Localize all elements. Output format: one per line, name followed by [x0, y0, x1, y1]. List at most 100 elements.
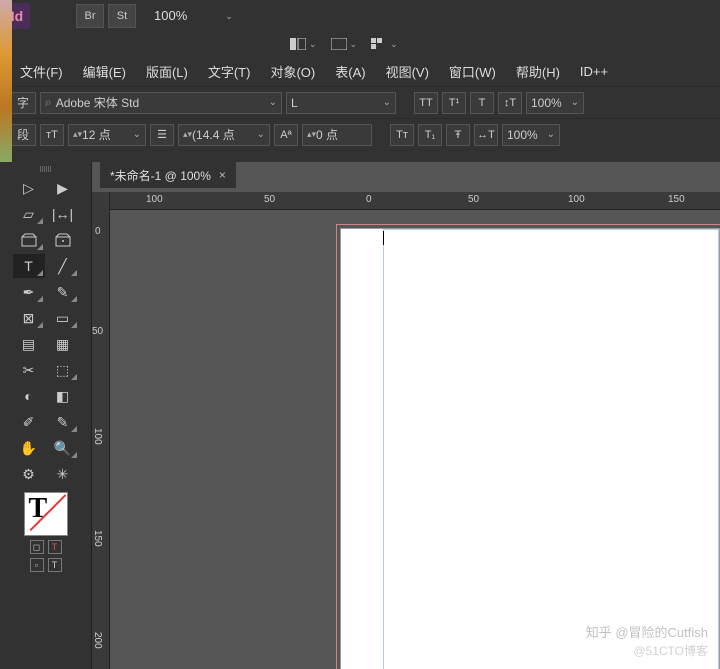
ruler-label: 100 [92, 428, 103, 445]
selection-tool[interactable]: ▷ [13, 176, 45, 200]
free-transform-tool[interactable]: ⬚ [47, 358, 79, 382]
document-tab-label: *未命名-1 @ 100% [110, 167, 211, 184]
font-style-field[interactable]: L [286, 92, 396, 114]
none-stroke-indicator [25, 493, 67, 535]
menu-file[interactable]: 文件(F) [10, 58, 73, 85]
close-tab-icon[interactable]: × [219, 168, 226, 182]
rectangle-tool[interactable]: ▭ [47, 306, 79, 330]
subscript-button[interactable]: T₁ [418, 124, 442, 146]
view-mode-row: ⌄ ⌄ ⌄ [0, 32, 720, 56]
zoom-tool[interactable]: 🔍 [47, 436, 79, 460]
para-mode-button[interactable]: 段 [10, 124, 36, 146]
fill-stroke-swatch[interactable]: T [24, 492, 68, 536]
vertical-ruler[interactable]: 0 50 100 150 200 [92, 192, 110, 669]
bridge-button[interactable]: Br [76, 4, 104, 28]
small-caps-button[interactable]: Tт [390, 124, 414, 146]
ruler-label: 200 [92, 632, 103, 649]
underline-button[interactable]: T [470, 92, 494, 114]
size-icon: тT [40, 124, 64, 146]
grid-tool[interactable]: ▦ [47, 332, 79, 356]
panel-grip[interactable] [26, 166, 66, 172]
arrange-docs-button[interactable]: ⌄ [290, 38, 317, 50]
baseline-value: 0 点 [316, 126, 338, 143]
eyedropper-tool[interactable]: ✎ [47, 410, 79, 434]
scissors-tool[interactable]: ✂ [13, 358, 45, 382]
menu-idplus[interactable]: ID++ [570, 60, 618, 83]
gap-tool[interactable]: |↔| [47, 202, 79, 226]
menu-object[interactable]: 对象(O) [260, 58, 325, 85]
grid-frame-icon[interactable]: ▤ [13, 332, 45, 356]
document-tab[interactable]: *未命名-1 @ 100% × [100, 162, 236, 188]
canvas-area: *未命名-1 @ 100% × 100 50 0 50 100 150 0 50… [92, 162, 720, 669]
stock-button[interactable]: St [108, 4, 136, 28]
vscale-field[interactable]: 100% [502, 124, 560, 146]
menu-window[interactable]: 窗口(W) [439, 58, 506, 85]
tools-panel: ▷▶ ▱|↔| T╱ ✒✎ ⊠▭ ▤▦ ✂⬚ ◐◧ ✐✎ ✋🔍 ⚙✳ T ◻ T… [0, 162, 92, 669]
menu-help[interactable]: 帮助(H) [506, 58, 570, 85]
leading-field[interactable]: ▴▾ (14.4 点 [178, 124, 270, 146]
superscript-button[interactable]: T¹ [442, 92, 466, 114]
toggle-a-icon[interactable]: ⚙ [13, 462, 45, 486]
stepper-icon[interactable]: ▴▾ [73, 129, 82, 140]
ruler-label: 50 [468, 194, 479, 205]
strikethrough-button[interactable]: Ŧ [446, 124, 470, 146]
desktop-background-strip [0, 0, 12, 162]
control-row-2: 段 тT ▴▾ 12 点 ☰ ▴▾ (14.4 点 Aª ▴▾ 0 点 Tт T… [0, 118, 720, 150]
stepper-icon[interactable]: ▴▾ [183, 129, 192, 140]
menu-edit[interactable]: 编辑(E) [73, 58, 136, 85]
gradient-swatch-tool[interactable]: ◐ [13, 384, 45, 408]
font-size-value: 12 点 [82, 126, 111, 143]
pencil-tool[interactable]: ✎ [47, 280, 79, 304]
char-mode-button[interactable]: 字 [10, 92, 36, 114]
rect-frame-tool[interactable]: ⊠ [13, 306, 45, 330]
stepper-icon[interactable]: ▴▾ [307, 129, 316, 140]
type-tool[interactable]: T [13, 254, 45, 278]
font-family-field[interactable]: ⌕ Adobe 宋体 Std [40, 92, 282, 114]
toggle-b-icon[interactable]: ✳ [47, 462, 79, 486]
content-placer-tool[interactable] [47, 228, 79, 252]
pasteboard[interactable] [110, 210, 720, 669]
ruler-label: 0 [95, 226, 101, 237]
gradient-feather-tool[interactable]: ◧ [47, 384, 79, 408]
screen-mode-button[interactable]: ⌄ [331, 38, 358, 50]
line-tool[interactable]: ╱ [47, 254, 79, 278]
horizontal-ruler[interactable]: 100 50 0 50 100 150 [110, 192, 720, 210]
hscale-field[interactable]: 100% [526, 92, 584, 114]
normal-mode-icon[interactable]: ▫ [30, 558, 44, 572]
page-margins [383, 229, 719, 669]
preview-mode-icon[interactable]: T [48, 558, 62, 572]
document-page[interactable] [340, 228, 720, 669]
menu-table[interactable]: 表(A) [325, 58, 375, 85]
direct-selection-tool[interactable]: ▶ [47, 176, 79, 200]
baseline-icon: Aª [274, 124, 298, 146]
search-icon: ⌕ [45, 95, 52, 110]
text-cursor [383, 231, 384, 245]
chevron-down-icon[interactable]: ⌄ [218, 4, 240, 28]
hand-tool[interactable]: ✋ [13, 436, 45, 460]
content-collector-tool[interactable] [13, 228, 45, 252]
menu-type[interactable]: 文字(T) [198, 58, 261, 85]
ruler-label: 100 [568, 194, 585, 205]
leading-icon: ☰ [150, 124, 174, 146]
menu-layout[interactable]: 版面(L) [136, 58, 198, 85]
zoom-level[interactable]: 100% ⌄ [148, 4, 240, 28]
formatting-container-icon[interactable]: ◻ [30, 540, 44, 554]
menu-view[interactable]: 视图(V) [376, 58, 439, 85]
ruler-label: 100 [146, 194, 163, 205]
font-size-field[interactable]: ▴▾ 12 点 [68, 124, 146, 146]
font-family-value: Adobe 宋体 Std [56, 94, 139, 111]
title-bar: Id Br St 100% ⌄ [0, 0, 720, 32]
vscale-icon: ↔T [474, 124, 498, 146]
all-caps-button[interactable]: TT [414, 92, 438, 114]
menu-bar: 文件(F) 编辑(E) 版面(L) 文字(T) 对象(O) 表(A) 视图(V)… [0, 56, 720, 86]
note-tool[interactable]: ✐ [13, 410, 45, 434]
formatting-text-icon[interactable]: T [48, 540, 62, 554]
pen-tool[interactable]: ✒ [13, 280, 45, 304]
baseline-shift-field[interactable]: ▴▾ 0 点 [302, 124, 372, 146]
grid-mode-button[interactable]: ⌄ [371, 38, 398, 50]
view-mode-mini: ▫ T [30, 558, 62, 572]
zoom-value: 100% [148, 4, 218, 28]
leading-value: (14.4 点 [192, 126, 235, 143]
swap-swatch-row: ◻ T [30, 540, 62, 554]
page-tool[interactable]: ▱ [13, 202, 45, 226]
